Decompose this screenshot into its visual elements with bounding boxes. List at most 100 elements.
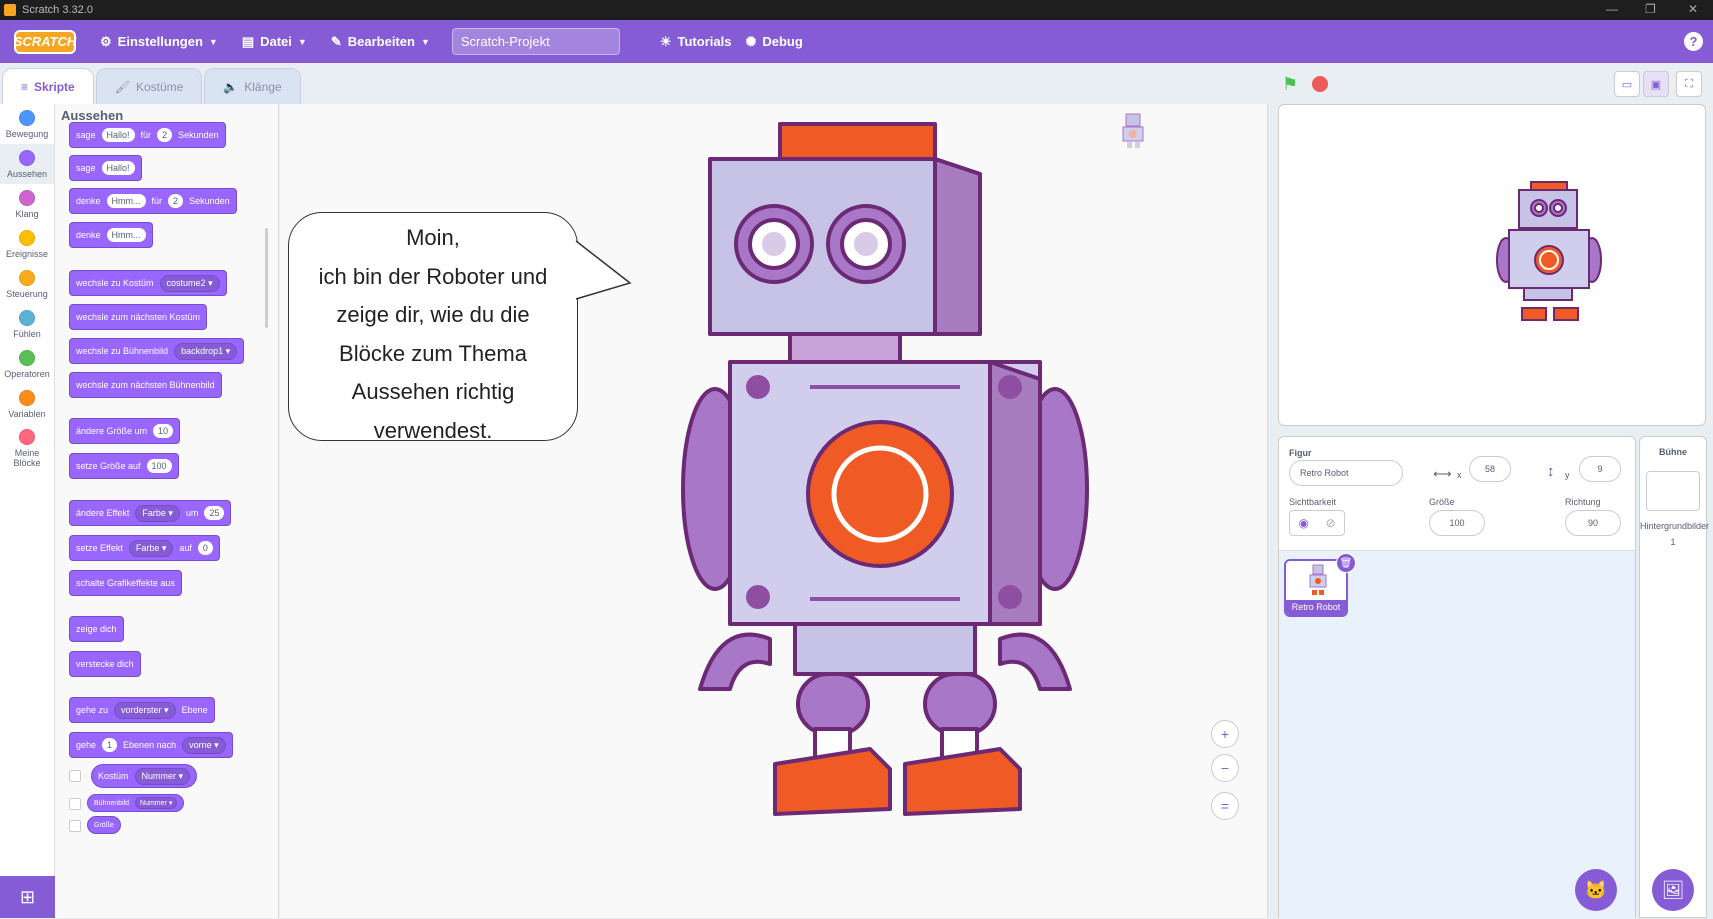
stage-target-pane[interactable]: Bühne Hintergrundbilder 1 🖼 <box>1639 436 1709 918</box>
speech-line: ich bin der Roboter und <box>318 263 548 289</box>
block-input[interactable]: 0 <box>197 541 213 555</box>
category-label: Meine Blöcke <box>13 447 41 468</box>
show-eye-icon[interactable]: ◉ <box>1298 516 1308 530</box>
block-next-costume[interactable]: wechsle zum nächsten Kostüm <box>69 304 208 330</box>
block-hide[interactable]: verstecke dich <box>69 651 141 677</box>
zoom-reset-button[interactable]: = <box>1211 792 1239 820</box>
block-dropdown[interactable]: Farbe ▾ <box>135 504 180 522</box>
block-go-layers[interactable]: gehe 1 Ebenen nach vorne ▾ <box>69 732 233 758</box>
palette-scrollbar[interactable] <box>265 228 268 328</box>
reporter-size[interactable]: Größe <box>87 816 121 834</box>
block-dropdown[interactable]: vorderster ▾ <box>114 701 176 719</box>
monitor-checkbox[interactable] <box>69 798 81 810</box>
block-dropdown[interactable]: backdrop1 ▾ <box>174 342 238 360</box>
block-input[interactable]: 100 <box>146 459 172 473</box>
restore-icon[interactable]: ❐ <box>1645 2 1656 16</box>
tab-costumes-label: Kostüme <box>135 79 184 94</box>
block-input[interactable]: 2 <box>168 194 184 208</box>
file-menu[interactable]: ▤ Datei ▼ <box>242 34 307 50</box>
category-sound[interactable]: Klang <box>0 184 54 224</box>
monitor-checkbox[interactable] <box>69 820 81 832</box>
small-stage-button[interactable]: ▭ <box>1614 71 1640 97</box>
block-show[interactable]: zeige dich <box>69 616 124 642</box>
block-dropdown[interactable]: Farbe ▾ <box>128 539 174 557</box>
tab-code[interactable]: ≡ Skripte <box>2 68 94 104</box>
help-button[interactable]: ? <box>1684 32 1703 51</box>
block-dropdown[interactable]: Nummer ▾ <box>135 797 178 809</box>
hide-icon[interactable]: ⊘ <box>1326 516 1336 530</box>
stage-canvas[interactable] <box>1278 104 1706 426</box>
category-operators[interactable]: Operatoren <box>0 344 54 384</box>
reporter-costume[interactable]: Kostüm Nummer ▾ <box>91 764 198 788</box>
settings-menu[interactable]: ⚙ Einstellungen ▼ <box>100 34 218 50</box>
delete-sprite-button[interactable]: 🗑 <box>1336 553 1356 573</box>
block-input[interactable]: Hallo! <box>101 161 135 175</box>
debug-button[interactable]: ✺ Debug <box>745 34 802 50</box>
fullscreen-button[interactable]: ⛶ <box>1676 71 1702 97</box>
category-my-blocks[interactable]: Meine Blöcke <box>0 424 54 472</box>
block-think-for-secs[interactable]: denke Hmm... für 2 Sekunden <box>69 188 237 214</box>
large-stage-button[interactable]: ▣ <box>1643 71 1669 97</box>
tab-costumes[interactable]: 🖌 Kostüme <box>95 68 203 104</box>
block-text: denke <box>76 196 101 206</box>
block-set-effect[interactable]: setze Effekt Farbe ▾ auf 0 <box>69 535 220 561</box>
robot-illustration <box>681 122 1089 816</box>
category-sensing[interactable]: Fühlen <box>0 304 54 344</box>
scratch-logo[interactable]: SCRATCH <box>14 29 76 54</box>
zoom-reset-icon: = <box>1220 798 1230 814</box>
category-variables[interactable]: Variablen <box>0 384 54 424</box>
category-events[interactable]: Ereignisse <box>0 224 54 264</box>
category-motion[interactable]: Bewegung <box>0 104 54 144</box>
add-backdrop-button[interactable]: 🖼 <box>1652 869 1694 911</box>
category-control[interactable]: Steuerung <box>0 264 54 304</box>
green-flag-icon[interactable]: ⚑ <box>1282 74 1298 95</box>
block-say[interactable]: sage Hallo! <box>69 155 142 181</box>
script-workspace[interactable]: Moin, ich bin der Roboter und zeige dir,… <box>280 104 1268 918</box>
minimize-icon[interactable]: — <box>1606 2 1618 16</box>
block-think[interactable]: denke Hmm... <box>69 222 153 248</box>
block-switch-backdrop[interactable]: wechsle zu Bühnenbild backdrop1 ▾ <box>69 338 245 364</box>
block-input[interactable]: 1 <box>102 738 118 752</box>
block-input[interactable]: Hmm... <box>106 194 146 208</box>
add-sprite-button[interactable]: 🐱 <box>1575 869 1617 911</box>
tab-sounds[interactable]: 🔈 Klänge <box>204 68 301 104</box>
y-field[interactable]: 9 <box>1579 456 1621 482</box>
stop-icon[interactable] <box>1312 76 1328 92</box>
reporter-backdrop[interactable]: Bühnenbild Nummer ▾ <box>87 794 185 812</box>
block-input[interactable]: 10 <box>153 424 174 438</box>
block-input[interactable]: 25 <box>204 506 225 520</box>
block-input[interactable]: Hallo! <box>101 128 135 142</box>
tutorials-button[interactable]: ☀ Tutorials <box>660 34 732 50</box>
block-clear-effects[interactable]: schalte Grafikeffekte aus <box>69 570 182 596</box>
bug-icon: ✺ <box>745 33 757 49</box>
block-dropdown[interactable]: vorne ▾ <box>182 736 226 754</box>
sprite-name-field[interactable]: Retro Robot <box>1289 460 1403 486</box>
x-field[interactable]: 58 <box>1469 456 1511 482</box>
code-icon: ≡ <box>21 79 29 94</box>
zoom-out-button[interactable]: − <box>1211 754 1239 782</box>
zoom-in-button[interactable]: + <box>1211 720 1239 748</box>
block-text: verstecke dich <box>76 659 134 669</box>
block-dropdown[interactable]: Nummer ▾ <box>134 767 191 785</box>
project-title-input[interactable]: Scratch-Projekt <box>451 28 620 55</box>
category-looks[interactable]: Aussehen <box>0 144 54 184</box>
block-switch-costume[interactable]: wechsle zu Kostüm costume2 ▾ <box>69 270 227 296</box>
size-field[interactable]: 100 <box>1429 510 1485 536</box>
block-input[interactable]: Hmm... <box>106 228 146 242</box>
close-icon[interactable]: ✕ <box>1688 2 1698 16</box>
direction-field[interactable]: 90 <box>1565 510 1621 536</box>
block-say-for-secs[interactable]: sage Hallo! für 2 Sekunden <box>69 122 226 148</box>
edit-menu[interactable]: ✎ Bearbeiten ▼ <box>331 34 430 50</box>
category-dot-icon <box>19 428 35 445</box>
block-dropdown[interactable]: costume2 ▾ <box>159 274 220 292</box>
block-next-backdrop[interactable]: wechsle zum nächsten Bühnenbild <box>69 372 222 398</box>
block-input[interactable]: 2 <box>157 128 173 142</box>
block-set-size[interactable]: setze Größe auf 100 <box>69 453 179 479</box>
block-change-size[interactable]: ändere Größe um 10 <box>69 418 181 444</box>
monitor-checkbox[interactable] <box>69 770 81 782</box>
stage-robot-sprite[interactable] <box>1494 180 1604 330</box>
block-go-to-layer[interactable]: gehe zu vorderster ▾ Ebene <box>69 697 215 723</box>
backdrop-thumbnail[interactable] <box>1646 471 1700 511</box>
add-extension-button[interactable]: ⊞ <box>0 876 55 918</box>
block-change-effect[interactable]: ändere Effekt Farbe ▾ um 25 <box>69 500 232 526</box>
